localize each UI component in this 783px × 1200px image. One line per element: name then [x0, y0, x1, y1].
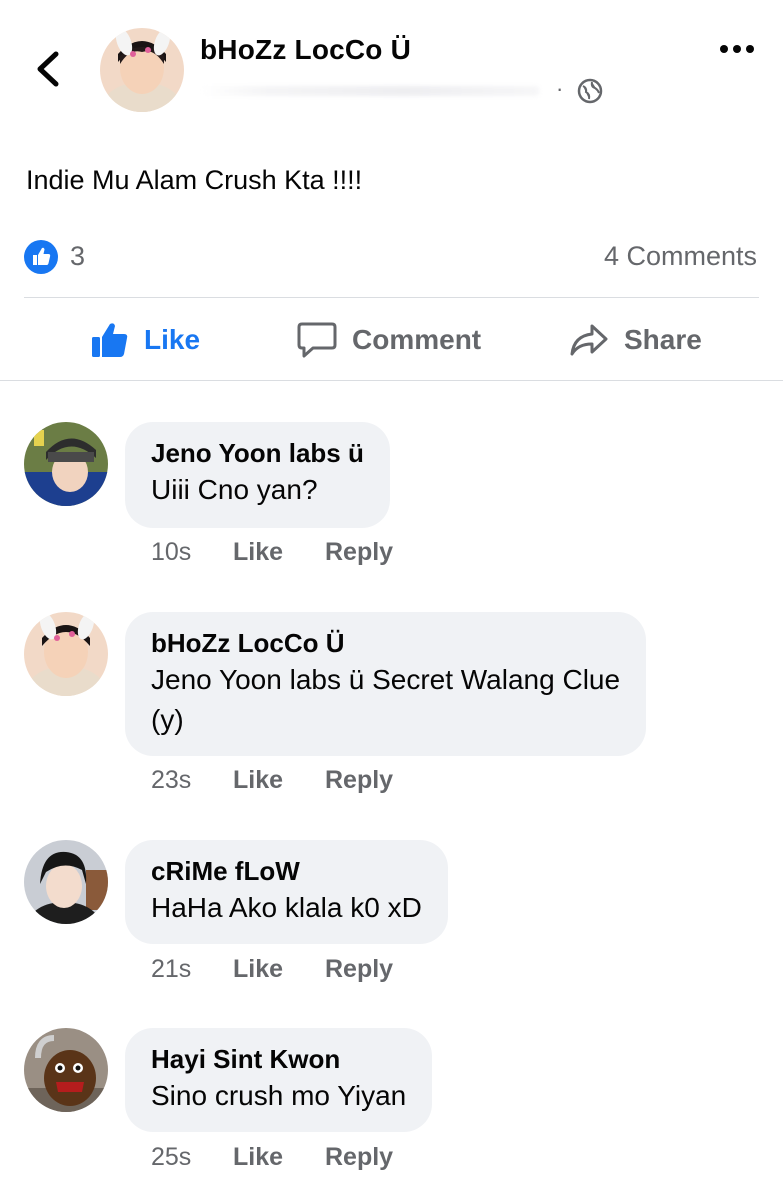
comment-like-button[interactable]: Like — [233, 1143, 325, 1172]
comment-bubble[interactable]: bHoZz LocCo Ü Jeno Yoon labs ü Secret Wa… — [125, 612, 647, 756]
commenter-name[interactable]: Hayi Sint Kwon — [151, 1042, 406, 1076]
comment-time[interactable]: 25s — [151, 1143, 233, 1172]
comment-like-button[interactable]: Like — [233, 538, 325, 567]
share-label: Share — [624, 324, 702, 355]
comment-reply-button[interactable]: Reply — [325, 1143, 393, 1172]
globe-icon — [577, 78, 603, 104]
meta-separator: · — [556, 76, 564, 101]
reaction-count[interactable]: 3 — [70, 241, 85, 272]
post-text: Indie Mu Alam Crush Kta !!!! — [26, 165, 363, 195]
share-button[interactable]: Share — [568, 312, 702, 368]
comment-bubble[interactable]: cRiMe fLoW HaHa Ako klala k0 xD — [125, 840, 448, 944]
comments-count[interactable]: 4 Comments — [604, 241, 757, 272]
share-icon — [570, 324, 608, 356]
comment-actions: 21s Like Reply — [151, 955, 393, 984]
commenter-avatar[interactable] — [24, 840, 108, 924]
comment-time[interactable]: 21s — [151, 955, 233, 984]
comment-reply-button[interactable]: Reply — [325, 955, 393, 984]
back-arrow-icon — [37, 51, 59, 87]
like-reaction-icon[interactable] — [24, 240, 58, 274]
comment-text: (y) — [151, 704, 184, 735]
comment-button[interactable]: Comment — [296, 312, 481, 368]
post-author-name[interactable]: bHoZz LocCo Ü — [200, 34, 411, 66]
more-options-button[interactable] — [720, 40, 764, 64]
post-meta: · — [200, 76, 603, 104]
comment-actions: 23s Like Reply — [151, 766, 393, 795]
commenter-name[interactable]: Jeno Yoon labs ü — [151, 436, 364, 470]
commenter-avatar[interactable] — [24, 612, 108, 696]
comment-bubble[interactable]: Jeno Yoon labs ü Uiii Cno yan? — [125, 422, 390, 528]
comment-reply-button[interactable]: Reply — [325, 538, 393, 567]
commenter-name[interactable]: bHoZz LocCo Ü — [151, 626, 620, 660]
comment-text: Jeno Yoon labs ü Secret Walang Clue — [151, 664, 621, 695]
comment-text: Sino crush mo Yiyan — [151, 1080, 407, 1111]
comment-like-button[interactable]: Like — [233, 766, 325, 795]
comment-icon — [297, 322, 337, 358]
comment-label: Comment — [352, 324, 482, 355]
divider — [0, 380, 783, 381]
comment-actions: 10s Like Reply — [151, 538, 393, 567]
more-options-icon — [720, 40, 764, 58]
comment-time[interactable]: 10s — [151, 538, 233, 567]
comment-text: Uiii Cno yan? — [151, 474, 318, 505]
comment-reply-button[interactable]: Reply — [325, 766, 393, 795]
comment-like-button[interactable]: Like — [233, 955, 325, 984]
commenter-name[interactable]: cRiMe fLoW — [151, 854, 422, 888]
post-timestamp-redacted — [200, 86, 540, 96]
like-label: Like — [144, 324, 201, 355]
back-button[interactable] — [28, 44, 68, 94]
commenter-avatar[interactable] — [24, 1028, 108, 1112]
comment-bubble[interactable]: Hayi Sint Kwon Sino crush mo Yiyan — [125, 1028, 433, 1132]
like-button[interactable]: Like — [90, 312, 200, 368]
thumbs-up-icon — [92, 323, 128, 357]
post-author-avatar[interactable] — [100, 28, 184, 112]
divider — [24, 297, 759, 298]
comment-text: HaHa Ako klala k0 xD — [151, 892, 422, 923]
commenter-avatar[interactable] — [24, 422, 108, 506]
comment-time[interactable]: 23s — [151, 766, 233, 795]
comment-actions: 25s Like Reply — [151, 1143, 393, 1172]
